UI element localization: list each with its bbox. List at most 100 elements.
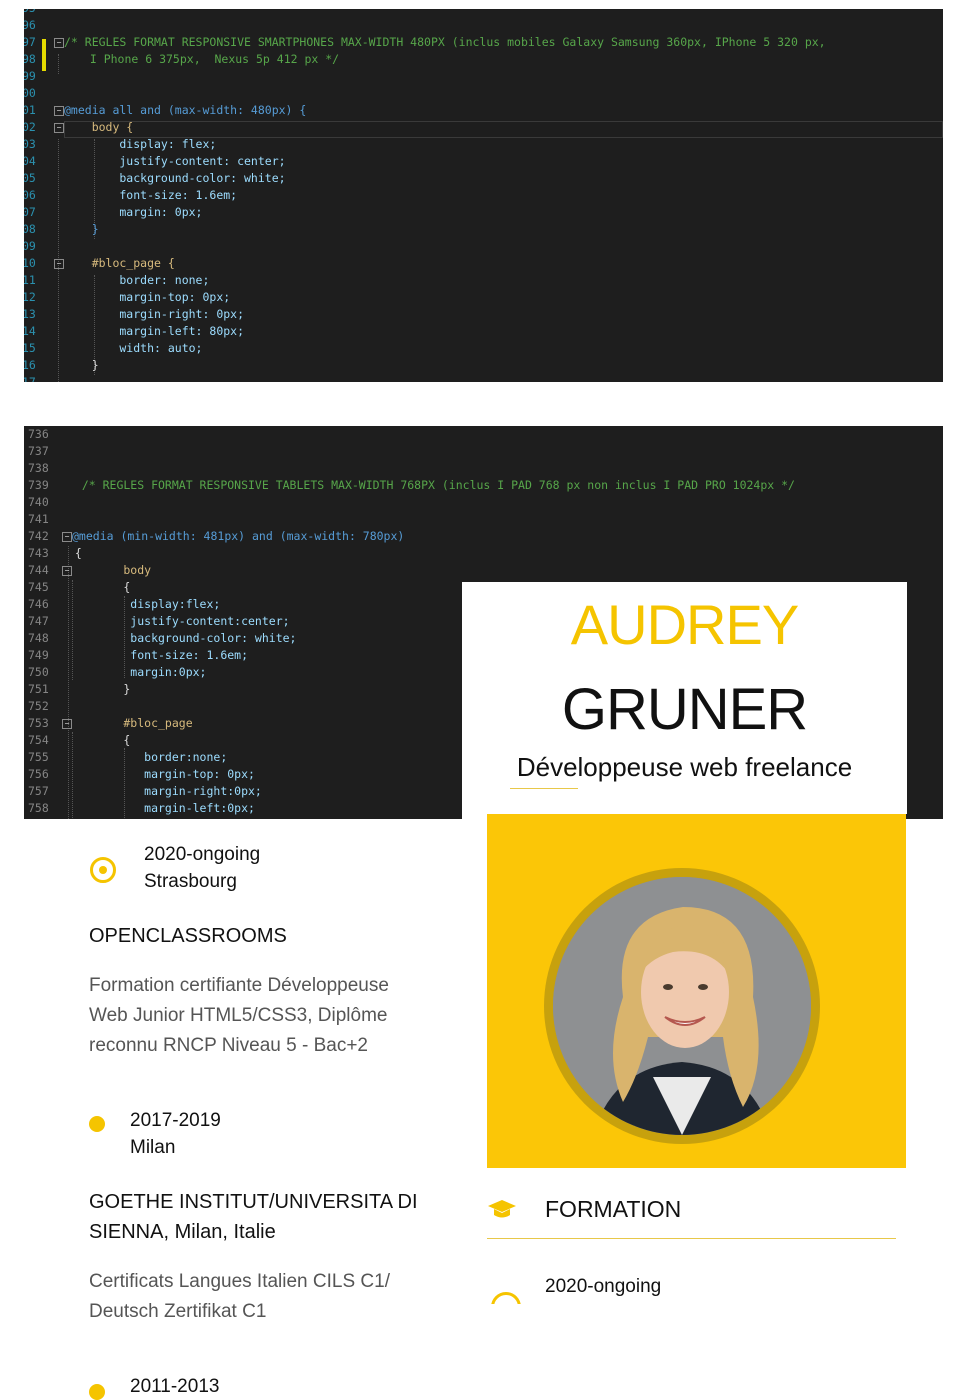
line-number: 11	[24, 273, 36, 287]
line-number: 99	[24, 69, 36, 83]
line-number: 748	[28, 631, 49, 645]
timeline-description-line: Deutsch Zertifikat C1	[89, 1301, 267, 1322]
code-comment: I Phone 6 375px, Nexus 5p 412 px */	[76, 52, 340, 66]
timeline-date: 2011-2013	[130, 1376, 220, 1397]
graduation-cap-icon	[488, 1200, 516, 1218]
timeline-description-line: Web Junior HTML5/CSS3, Diplôme	[89, 1005, 388, 1026]
code-declaration: width: auto;	[64, 341, 203, 355]
line-number: 758	[28, 801, 49, 815]
timeline-date: 2020-ongoing	[545, 1276, 662, 1297]
code-declaration: margin-top: 0px;	[68, 767, 255, 781]
line-number: 08	[24, 222, 36, 236]
code-declaration: margin:0px;	[68, 665, 207, 679]
code-brace: }	[64, 222, 99, 236]
line-number: 02	[24, 120, 36, 134]
timeline-organization: SIENNA, Milan, Italie	[89, 1221, 276, 1243]
profile-header: AUDREY GRUNER Développeuse web freelance	[462, 582, 907, 814]
code-selector: #bloc_page {	[64, 256, 175, 270]
line-number: 14	[24, 324, 36, 338]
code-declaration: border:none;	[68, 750, 228, 764]
line-number: 753	[28, 716, 49, 730]
fold-toggle-icon[interactable]: −	[54, 259, 64, 269]
timeline-description-line: Certificats Langues Italien CILS C1/	[89, 1271, 390, 1292]
line-number: 739	[28, 478, 49, 492]
code-media-query: @media all and (max-width: 480px) {	[64, 103, 307, 117]
line-number: 03	[24, 137, 36, 151]
timeline-description-line: Formation certifiante Développeuse	[89, 975, 389, 996]
code-brace: {	[68, 546, 82, 560]
line-number: 757	[28, 784, 49, 798]
first-name: AUDREY	[570, 593, 799, 656]
code-declaration: font-size: 1.6em;	[68, 648, 249, 662]
line-number: 09	[24, 239, 36, 253]
line-number: 01	[24, 103, 36, 117]
line-number: 737	[28, 444, 49, 458]
code-brace: }	[68, 682, 131, 696]
timeline-date: 2017-2019	[130, 1110, 221, 1131]
code-declaration: font-size: 1.6em;	[64, 188, 238, 202]
code-declaration: margin: 0px;	[64, 205, 203, 219]
formation-section: FORMATION 2020-ongoing	[487, 1168, 906, 1322]
line-number: 740	[28, 495, 49, 509]
line-number: 742	[28, 529, 49, 543]
line-number: 754	[28, 733, 49, 747]
line-number: 95	[24, 9, 52, 17]
code-brace: {	[68, 733, 131, 747]
code-editor-smartphones[interactable]: 95 96 97−/* REGLES FORMAT RESPONSIVE SMA…	[24, 9, 943, 382]
title-underline	[510, 788, 578, 789]
code-declaration: margin-right: 0px;	[64, 307, 245, 321]
line-number: 00	[24, 86, 36, 100]
line-number: 751	[28, 682, 49, 696]
code-selector: body {	[64, 120, 134, 134]
line-number: 96	[24, 18, 36, 32]
line-number: 738	[28, 461, 49, 475]
line-number: 07	[24, 205, 36, 219]
line-number: 05	[24, 171, 36, 185]
line-number: 752	[28, 699, 49, 713]
line-number: 747	[28, 614, 49, 628]
line-number: 746	[28, 597, 49, 611]
line-number: 16	[24, 358, 36, 372]
code-comment: /* REGLES FORMAT RESPONSIVE TABLETS MAX-…	[68, 478, 795, 492]
fold-toggle-icon[interactable]: −	[54, 38, 64, 48]
code-selector: body	[68, 563, 152, 577]
line-number: 15	[24, 341, 36, 355]
last-name: GRUNER	[561, 677, 808, 742]
code-declaration: background-color: white;	[68, 631, 297, 645]
code-brace: {	[68, 580, 131, 594]
portrait-image	[553, 877, 811, 1135]
line-number: 13	[24, 307, 36, 321]
code-declaration: border: none;	[64, 273, 210, 287]
fold-toggle-icon[interactable]: −	[62, 532, 72, 542]
code-declaration: background-color: white;	[64, 171, 286, 185]
line-number: 745	[28, 580, 49, 594]
timeline-organization: OPENCLASSROOMS	[89, 925, 287, 947]
timeline-dot-icon	[89, 1384, 105, 1400]
line-number: 10	[24, 256, 36, 270]
line-number: 04	[24, 154, 36, 168]
line-number: 98	[24, 52, 36, 66]
fold-toggle-icon[interactable]: −	[54, 106, 64, 116]
code-brace: }	[64, 358, 99, 372]
line-number: 97	[24, 35, 36, 49]
section-title: FORMATION	[545, 1196, 682, 1222]
code-declaration: display:flex;	[68, 597, 221, 611]
timeline-place: Milan	[130, 1137, 176, 1158]
code-comment: /* REGLES FORMAT RESPONSIVE SMARTPHONES …	[64, 35, 826, 49]
code-declaration: display: flex;	[64, 137, 217, 151]
timeline-dot-icon	[89, 1116, 105, 1132]
timeline-organization: GOETHE INSTITUT/UNIVERSITA DI	[89, 1191, 418, 1213]
timeline-description-line: reconnu RNCP Niveau 5 - Bac+2	[89, 1035, 368, 1056]
line-number: 755	[28, 750, 49, 764]
timeline: 2020-ongoing Strasbourg OPENCLASSROOMS F…	[0, 819, 462, 1400]
line-number: 743	[28, 546, 49, 560]
line-number: 749	[28, 648, 49, 662]
line-number: 736	[28, 427, 49, 441]
code-declaration: margin-top: 0px;	[64, 290, 231, 304]
line-number: 744	[28, 563, 49, 577]
job-title: Développeuse web freelance	[516, 752, 853, 782]
fold-toggle-icon[interactable]: −	[54, 123, 64, 133]
code-declaration: margin-left:0px;	[68, 801, 255, 815]
code-selector: #bloc_page	[68, 716, 193, 730]
code-declaration: margin-right:0px;	[68, 784, 262, 798]
